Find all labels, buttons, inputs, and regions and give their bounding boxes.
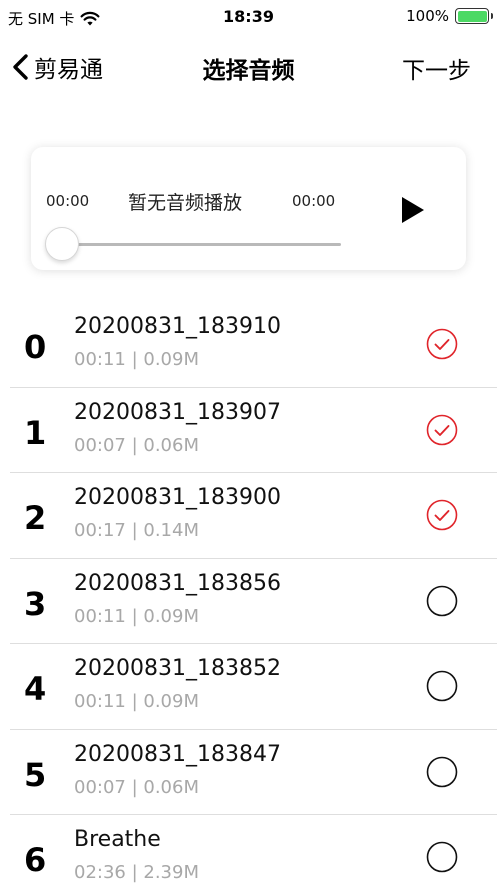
audio-index: 6 — [24, 841, 47, 879]
audio-index: 4 — [24, 670, 47, 708]
check-circle-icon[interactable] — [426, 414, 458, 446]
audio-list-item-2[interactable]: 2 20200831_183900 00:17 | 0.14M — [10, 473, 497, 559]
check-circle-icon[interactable] — [426, 499, 458, 531]
audio-list-item-4[interactable]: 4 20200831_183852 00:11 | 0.09M — [10, 644, 497, 730]
audio-meta: 00:17 | 0.14M — [74, 520, 199, 541]
audio-meta: 00:07 | 0.06M — [74, 776, 199, 798]
back-button[interactable]: 剪易通 — [10, 50, 103, 84]
audio-meta: 02:36 | 2.39M — [74, 862, 199, 883]
radio-unchecked-icon[interactable] — [426, 841, 458, 873]
chevron-left-icon — [13, 54, 28, 80]
audio-list-item-5[interactable]: 5 20200831_183847 00:07 | 0.06M — [10, 730, 497, 815]
audio-name: 20200831_183852 — [74, 656, 281, 681]
check-circle-icon[interactable] — [426, 328, 458, 360]
audio-list: 0 20200831_183910 00:11 | 0.09M 1 202008… — [0, 302, 497, 883]
audio-name: 20200831_183900 — [74, 485, 281, 510]
audio-index: 0 — [24, 328, 47, 366]
battery-percent: 100% — [406, 7, 449, 25]
back-label: 剪易通 — [34, 57, 103, 83]
status-bar: 无 SIM 卡 18:39 100% — [0, 0, 497, 34]
audio-player-card: 00:00 暂无音频播放 00:00 — [31, 147, 466, 270]
nav-bar: 剪易通 选择音频 下一步 — [0, 40, 497, 92]
progress-slider-thumb[interactable] — [45, 227, 79, 261]
audio-list-item-3[interactable]: 3 20200831_183856 00:11 | 0.09M — [10, 559, 497, 644]
audio-list-item-0[interactable]: 0 20200831_183910 00:11 | 0.09M — [10, 302, 497, 388]
audio-index: 3 — [24, 584, 47, 623]
total-time: 00:00 — [292, 192, 336, 210]
audio-list-item-1[interactable]: 1 20200831_183907 00:07 | 0.06M — [10, 388, 497, 473]
play-icon[interactable] — [399, 195, 427, 225]
audio-meta: 00:11 | 0.09M — [74, 691, 199, 712]
battery-icon — [455, 8, 493, 24]
audio-index: 5 — [24, 755, 47, 794]
radio-unchecked-icon[interactable] — [426, 756, 458, 788]
current-time: 00:00 — [46, 192, 90, 210]
progress-track[interactable] — [63, 243, 341, 246]
radio-unchecked-icon[interactable] — [426, 670, 458, 702]
now-playing-text: 暂无音频播放 — [128, 192, 243, 214]
audio-name: 20200831_183910 — [74, 314, 281, 339]
audio-name: 20200831_183847 — [74, 741, 281, 767]
audio-meta: 00:11 | 0.09M — [74, 605, 199, 627]
audio-index: 1 — [24, 413, 47, 452]
audio-name: Breathe — [74, 827, 161, 852]
audio-meta: 00:07 | 0.06M — [74, 434, 199, 456]
battery-indicator: 100% — [406, 7, 493, 25]
next-step-button[interactable]: 下一步 — [402, 51, 471, 85]
audio-meta: 00:11 | 0.09M — [74, 349, 199, 370]
battery-fill — [457, 10, 487, 22]
audio-index: 2 — [24, 499, 47, 537]
radio-unchecked-icon[interactable] — [426, 585, 458, 617]
audio-list-item-6[interactable]: 6 Breathe 02:36 | 2.39M — [10, 815, 497, 883]
audio-name: 20200831_183907 — [74, 399, 281, 425]
audio-name: 20200831_183856 — [74, 570, 281, 596]
